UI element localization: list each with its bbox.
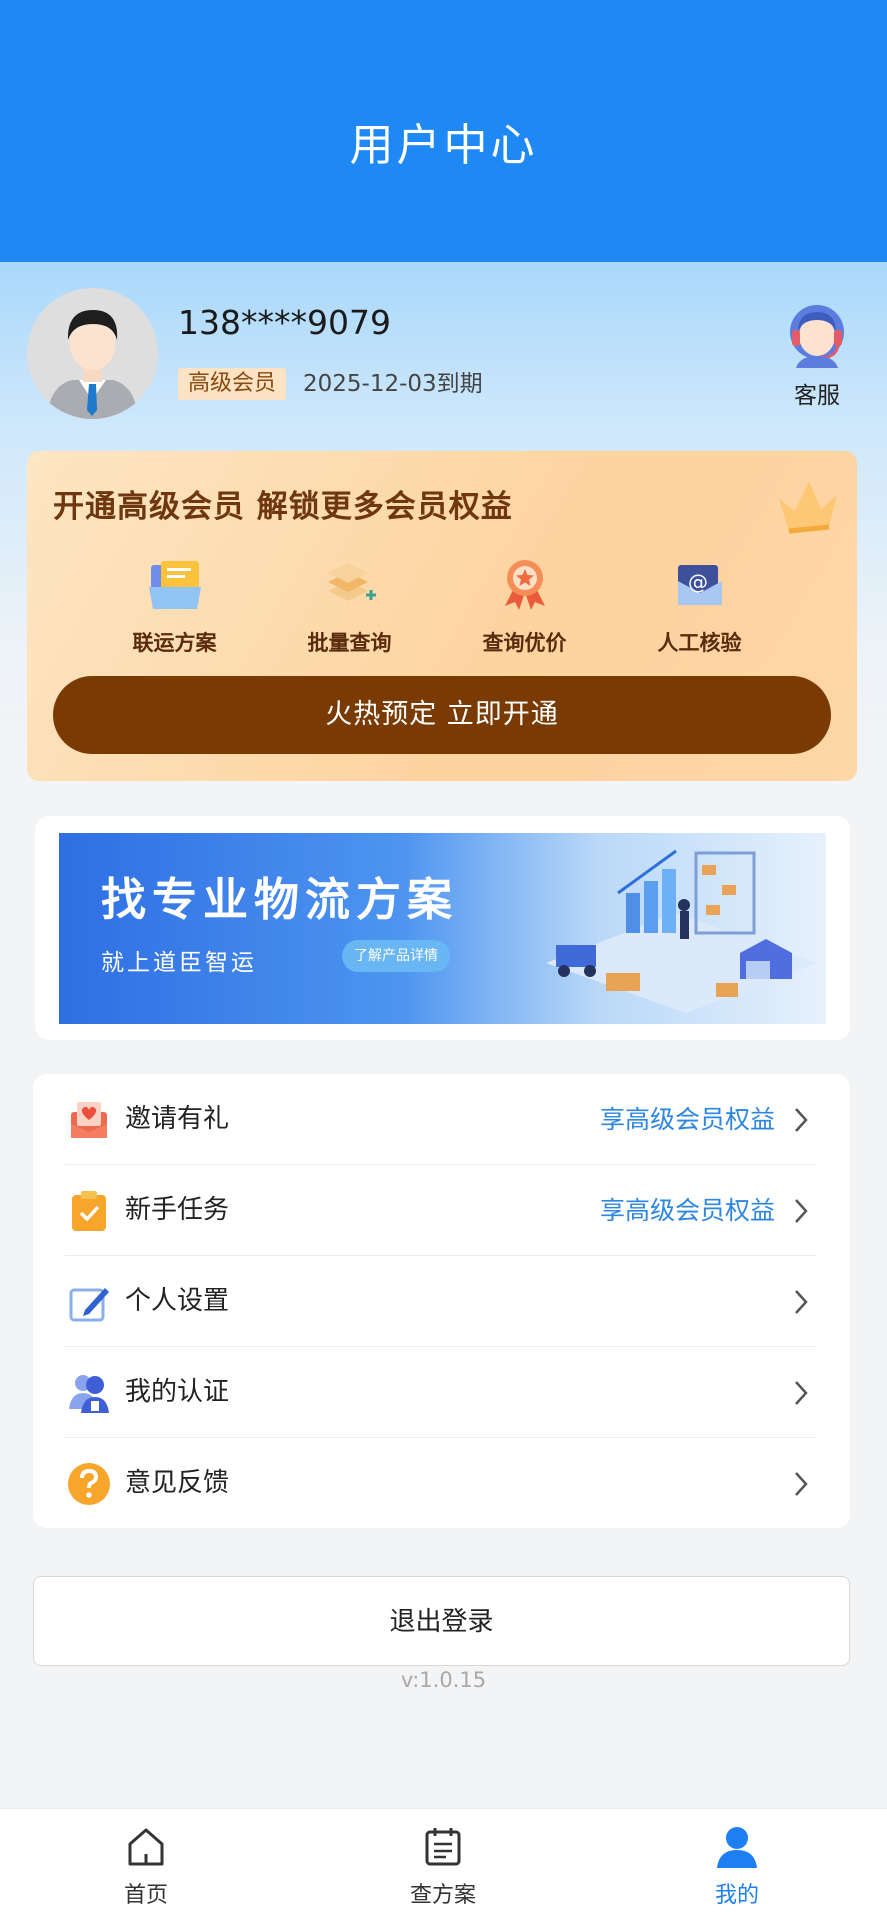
perk-label: 人工核验: [657, 631, 742, 655]
chevron-right-icon: [795, 1381, 808, 1405]
menu-item-newbie-tasks[interactable]: 新手任务 享高级会员权益: [65, 1165, 817, 1256]
menu-item-invite[interactable]: 邀请有礼 享高级会员权益: [65, 1074, 817, 1165]
layers-plus-icon: [327, 563, 376, 601]
perk-best-price[interactable]: 查询优价: [437, 551, 612, 657]
banner-details-button[interactable]: 了解产品详情: [342, 940, 450, 972]
edit-pen-icon: [69, 1288, 109, 1322]
top-header: 用户中心: [0, 0, 887, 262]
perk-manual-verify[interactable]: @ 人工核验: [612, 551, 787, 657]
tab-find-plan[interactable]: 查方案: [378, 1823, 508, 1909]
document-icon: [148, 561, 201, 609]
logistics-banner[interactable]: 找专业物流方案 就上道臣智运 了解产品详情: [59, 833, 826, 1024]
vip-promo-card: 开通高级会员 解锁更多会员权益 联运方案 批量查询 查询优价 @ 人工核验 火热…: [27, 451, 857, 781]
customer-service-button[interactable]: 客服: [780, 302, 854, 410]
menu-item-my-verification[interactable]: 我的认证: [65, 1347, 817, 1438]
banner-headline: 找专业物流方案: [101, 873, 459, 926]
open-vip-button[interactable]: 火热预定 立即开通: [53, 676, 831, 754]
chevron-right-icon: [795, 1108, 808, 1132]
avatar-person-icon: [27, 288, 158, 419]
user-verify-icon: [69, 1375, 109, 1413]
menu-list: 邀请有礼 享高级会员权益 新手任务 享高级会员权益 个人设置 我的认证 意见反馈: [33, 1074, 850, 1528]
perk-label: 批量查询: [307, 631, 392, 655]
tab-mine[interactable]: 我的: [672, 1823, 802, 1909]
menu-label: 邀请有礼: [125, 1104, 230, 1134]
question-icon: [68, 1463, 110, 1505]
member-level-badge: 高级会员: [178, 368, 287, 400]
menu-label: 个人设置: [125, 1286, 230, 1316]
avatar[interactable]: [27, 288, 158, 419]
vip-promo-title: 开通高级会员 解锁更多会员权益: [53, 489, 513, 525]
gift-envelope-icon: [71, 1102, 107, 1138]
menu-right-text: 享高级会员权益: [599, 1105, 775, 1134]
headset-agent-icon: [790, 305, 844, 368]
tab-label: 我的: [714, 1883, 759, 1908]
perk-batch-query[interactable]: 批量查询: [262, 551, 437, 657]
email-at-icon: @: [677, 565, 722, 605]
bottom-tab-bar: 首页 查方案 我的: [0, 1808, 887, 1920]
tab-label: 查方案: [409, 1883, 476, 1908]
tab-home[interactable]: 首页: [81, 1823, 211, 1909]
membership-expiry: 2025-12-03到期: [303, 371, 483, 397]
app-version: v:1.0.15: [400, 1668, 487, 1692]
svg-text:@: @: [688, 570, 708, 594]
medal-icon: [504, 560, 545, 610]
tab-label: 首页: [123, 1883, 168, 1908]
perk-label: 联运方案: [132, 631, 217, 655]
menu-label: 我的认证: [125, 1377, 230, 1407]
warehouse-illustration: [546, 849, 816, 1013]
chevron-right-icon: [795, 1199, 808, 1223]
menu-item-personal-settings[interactable]: 个人设置: [65, 1256, 817, 1347]
chevron-right-icon: [795, 1290, 808, 1314]
banner-card: 找专业物流方案 就上道臣智运 了解产品详情: [35, 816, 850, 1040]
banner-subline: 就上道臣智运: [101, 950, 257, 976]
menu-right-text: 享高级会员权益: [599, 1196, 775, 1225]
page-title: 用户中心: [349, 120, 538, 171]
user-icon: [717, 1827, 757, 1868]
home-icon: [128, 1828, 164, 1866]
calendar-list-icon: [425, 1828, 461, 1866]
logout-button[interactable]: 退出登录: [33, 1576, 850, 1666]
menu-label: 意见反馈: [125, 1468, 230, 1498]
menu-item-feedback[interactable]: 意见反馈: [65, 1438, 817, 1529]
chevron-right-icon: [795, 1472, 808, 1496]
menu-label: 新手任务: [125, 1195, 230, 1225]
vip-perks: 联运方案 批量查询 查询优价 @ 人工核验: [87, 551, 787, 657]
perk-label: 查询优价: [482, 631, 567, 655]
task-clipboard-icon: [72, 1191, 106, 1231]
perk-combined-transport[interactable]: 联运方案: [87, 551, 262, 657]
customer-service-label: 客服: [794, 383, 840, 409]
crown-icon: [779, 481, 837, 534]
user-phone: 138****9079: [178, 303, 391, 342]
